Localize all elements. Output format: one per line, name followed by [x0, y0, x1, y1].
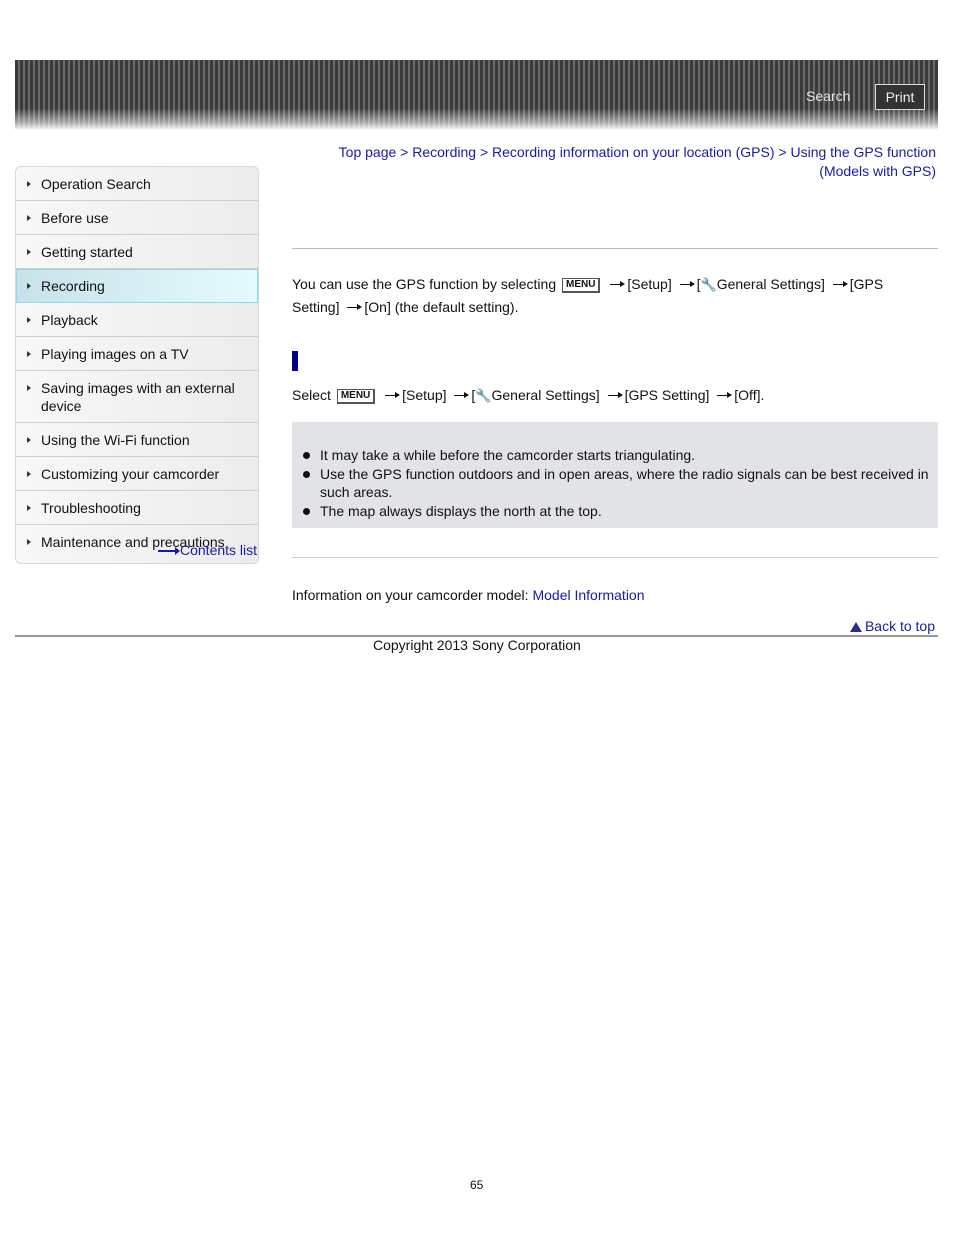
triangle-right-icon	[27, 351, 31, 357]
sidebar-item-troubleshooting[interactable]: Troubleshooting	[16, 491, 258, 525]
sidebar-item-operation-search[interactable]: Operation Search	[16, 167, 258, 201]
section-heading-bar	[292, 351, 298, 371]
sidebar-item-wifi[interactable]: Using the Wi-Fi function	[16, 423, 258, 457]
sidebar-item-recording[interactable]: Recording	[16, 269, 258, 303]
sidebar-item-label: Getting started	[41, 244, 133, 260]
sidebar-nav: Operation Search Before use Getting star…	[15, 166, 259, 564]
triangle-right-icon	[27, 283, 31, 289]
back-to-top-label: Back to top	[864, 618, 935, 634]
model-info: Information on your camcorder model: Mod…	[292, 587, 645, 603]
sidebar-item-label: Recording	[41, 278, 105, 294]
step-setup: [Setup]	[402, 387, 447, 403]
model-info-text: Information on your camcorder model:	[292, 587, 529, 603]
menu-key-icon: MENU	[336, 389, 376, 404]
triangle-right-icon	[27, 505, 31, 511]
wrench-icon: 🔧	[700, 277, 717, 292]
breadcrumb-separator: >	[400, 144, 409, 160]
intro-text: You can use the GPS function by selectin…	[292, 276, 557, 292]
breadcrumb-gps-info[interactable]: Recording information on your location (…	[492, 144, 774, 160]
triangle-right-icon	[27, 215, 31, 221]
bullet-icon	[303, 470, 310, 478]
arrow-right-icon	[679, 281, 695, 287]
note-text: The map always displays the north at the…	[320, 502, 602, 519]
breadcrumb-current[interactable]: Using the GPS function (Models with GPS)	[790, 144, 936, 179]
notes-list: It may take a while before the camcorder…	[292, 446, 932, 520]
sidebar-item-saving-external[interactable]: Saving images with an external device	[16, 371, 258, 423]
step-off: [Off].	[734, 387, 765, 403]
triangle-right-icon	[27, 249, 31, 255]
bullet-icon	[303, 507, 310, 515]
contents-list-label: Contents list	[180, 542, 258, 558]
divider	[292, 557, 938, 558]
arrow-right-icon	[610, 281, 626, 287]
arrow-right-icon	[347, 304, 363, 310]
triangle-right-icon	[27, 539, 31, 545]
search-link[interactable]: Search	[806, 88, 850, 104]
sidebar-item-label: Troubleshooting	[41, 500, 141, 516]
sidebar-item-label: Before use	[41, 210, 109, 226]
sidebar-item-label: Playback	[41, 312, 98, 328]
arrow-right-icon	[832, 281, 848, 287]
triangle-right-icon	[27, 385, 31, 391]
breadcrumb: Top page > Recording > Recording informa…	[316, 143, 936, 181]
sidebar-item-before-use[interactable]: Before use	[16, 201, 258, 235]
step-on: [On] (the default setting).	[364, 299, 519, 315]
bullet-icon	[303, 452, 310, 459]
note-item: Use the GPS function outdoors and in ope…	[292, 465, 932, 502]
cancel-text: Select	[292, 387, 331, 403]
page-number: 65	[470, 1178, 484, 1192]
arrow-right-icon	[454, 392, 470, 398]
contents-list-link[interactable]: Contents list	[158, 542, 257, 558]
sidebar-item-playing-on-tv[interactable]: Playing images on a TV	[16, 337, 258, 371]
arrow-right-icon	[717, 392, 733, 398]
notes-box: It may take a while before the camcorder…	[292, 422, 938, 528]
sidebar-item-getting-started[interactable]: Getting started	[16, 235, 258, 269]
sidebar-item-playback[interactable]: Playback	[16, 303, 258, 337]
breadcrumb-top-page[interactable]: Top page	[339, 144, 397, 160]
arrow-right-icon	[158, 547, 180, 556]
triangle-right-icon	[27, 471, 31, 477]
print-button[interactable]: Print	[875, 84, 925, 110]
divider	[292, 248, 938, 249]
step-general-settings: General Settings]	[716, 276, 825, 292]
sidebar-item-label: Playing images on a TV	[41, 346, 189, 362]
sidebar-item-label: Saving images with an external device	[41, 380, 235, 414]
step-general-settings: General Settings]	[491, 387, 600, 403]
sidebar-item-label: Operation Search	[41, 176, 151, 192]
breadcrumb-separator: >	[778, 144, 787, 160]
triangle-right-icon	[27, 437, 31, 443]
breadcrumb-separator: >	[479, 144, 489, 160]
menu-key-icon: MENU	[562, 278, 601, 293]
breadcrumb-recording[interactable]: Recording	[412, 144, 476, 160]
triangle-up-icon	[849, 622, 862, 632]
wrench-icon: 🔧	[475, 388, 492, 403]
step-gps-setting: [GPS Setting]	[624, 387, 710, 403]
model-information-link[interactable]: Model Information	[532, 587, 644, 603]
triangle-right-icon	[27, 181, 31, 187]
sidebar-item-label: Customizing your camcorder	[41, 466, 220, 482]
triangle-right-icon	[27, 317, 31, 323]
copyright: Copyright 2013 Sony Corporation	[373, 637, 581, 653]
cancel-paragraph: Select MENU [Setup] [🔧General Settings] …	[292, 384, 932, 407]
sidebar-item-label: Using the Wi-Fi function	[41, 432, 190, 448]
intro-paragraph: You can use the GPS function by selectin…	[292, 273, 912, 319]
note-item: The map always displays the north at the…	[292, 502, 932, 521]
sidebar-item-customizing[interactable]: Customizing your camcorder	[16, 457, 258, 491]
arrow-right-icon	[385, 392, 401, 398]
back-to-top-link[interactable]: Back to top	[849, 618, 935, 634]
arrow-right-icon	[607, 392, 623, 398]
note-text: Use the GPS function outdoors and in ope…	[320, 465, 929, 501]
step-setup: [Setup]	[627, 276, 672, 292]
note-text: It may take a while before the camcorder…	[320, 447, 696, 463]
note-item: It may take a while before the camcorder…	[292, 446, 932, 465]
header-banner	[15, 60, 938, 130]
